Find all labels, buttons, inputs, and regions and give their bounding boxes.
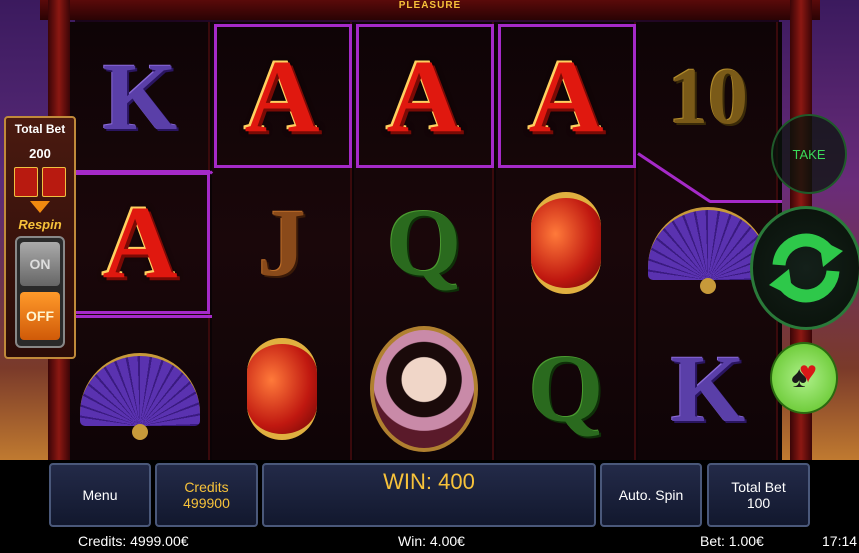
total-bet-value: 200 [29,146,51,161]
card-icon [14,167,38,197]
menu-label: Menu [82,487,118,503]
payline-segment [710,200,782,203]
symbol-text: Q [528,335,604,442]
geisha-icon [370,326,478,452]
lantern-icon [531,192,601,294]
gamble-button[interactable]: ♠ ♥ [770,342,838,414]
symbol-text: Q [386,189,462,296]
lantern-icon [247,338,317,440]
symbol-letter-q: Q [354,170,494,316]
respin-off-button[interactable]: OFF [20,292,60,340]
status-bar: Credits: 4999.00€ Win: 4.00€ Bet: 1.00€ … [0,528,859,553]
total-bet-button[interactable]: Total Bet 100 [707,463,810,527]
status-credits: Credits: 4999.00€ [78,533,189,549]
payline-segment [70,315,212,318]
symbol-letter-q: Q [496,316,636,462]
status-time: 17:14 [822,533,858,549]
total-bet-label: Total Bet [14,122,66,136]
game-logo: PLEASURE [398,0,462,11]
card-icon [42,167,66,197]
symbol-text: 10 [668,53,748,141]
game-stage: PLEASURE 10 K A Q A Q A J K A Total Bet 200 Respi… [0,0,859,553]
win-box: WIN: 400 [262,463,596,527]
symbol-fan [70,316,210,462]
symbol-letter-j: J [212,170,352,316]
win-amount: WIN: 400 [383,469,475,494]
symbol-letter-k: K [638,316,778,462]
total-bet-value: 100 [746,495,771,511]
reels-area: 10 K A Q A Q A J K A [70,22,782,462]
symbol-lantern [496,170,636,316]
credits-box: Credits 499900 [155,463,258,527]
spin-button[interactable] [750,206,859,330]
respin-toggle[interactable]: ON OFF [15,236,65,348]
symbol-letter-10: 10 [638,24,778,170]
win-highlight [498,24,636,168]
status-win: Win: 4.00€ [398,533,465,549]
fan-icon [80,352,200,440]
respin-label: Respin [18,217,62,232]
arrow-down-icon [30,201,50,213]
symbol-text: K [670,335,746,442]
auto-spin-label: Auto. Spin [618,487,684,503]
symbol-text: J [258,189,306,296]
win-highlight [356,24,494,168]
respin-on-button[interactable]: ON [20,242,60,286]
win-highlight [214,24,352,168]
win-highlight [72,170,210,314]
payline-segment [70,172,210,175]
auto-spin-button[interactable]: Auto. Spin [600,463,702,527]
symbol-lantern [212,316,352,462]
menu-button[interactable]: Menu [49,463,151,527]
take-button[interactable]: TAKE [771,114,847,194]
refresh-arrows-icon [769,233,843,303]
status-bet: Bet: 1.00€ [700,533,764,549]
respin-panel: Total Bet 200 Respin ON OFF [4,116,76,359]
total-bet-label: Total Bet [731,479,786,495]
credits-label: Credits [184,479,229,495]
card-stack-icon [6,167,74,197]
symbol-letter-k: K [70,24,210,170]
heart-icon: ♥ [799,356,817,389]
credits-value: 499900 [183,495,230,511]
symbol-geisha [354,316,494,462]
symbol-text: K [102,43,178,150]
